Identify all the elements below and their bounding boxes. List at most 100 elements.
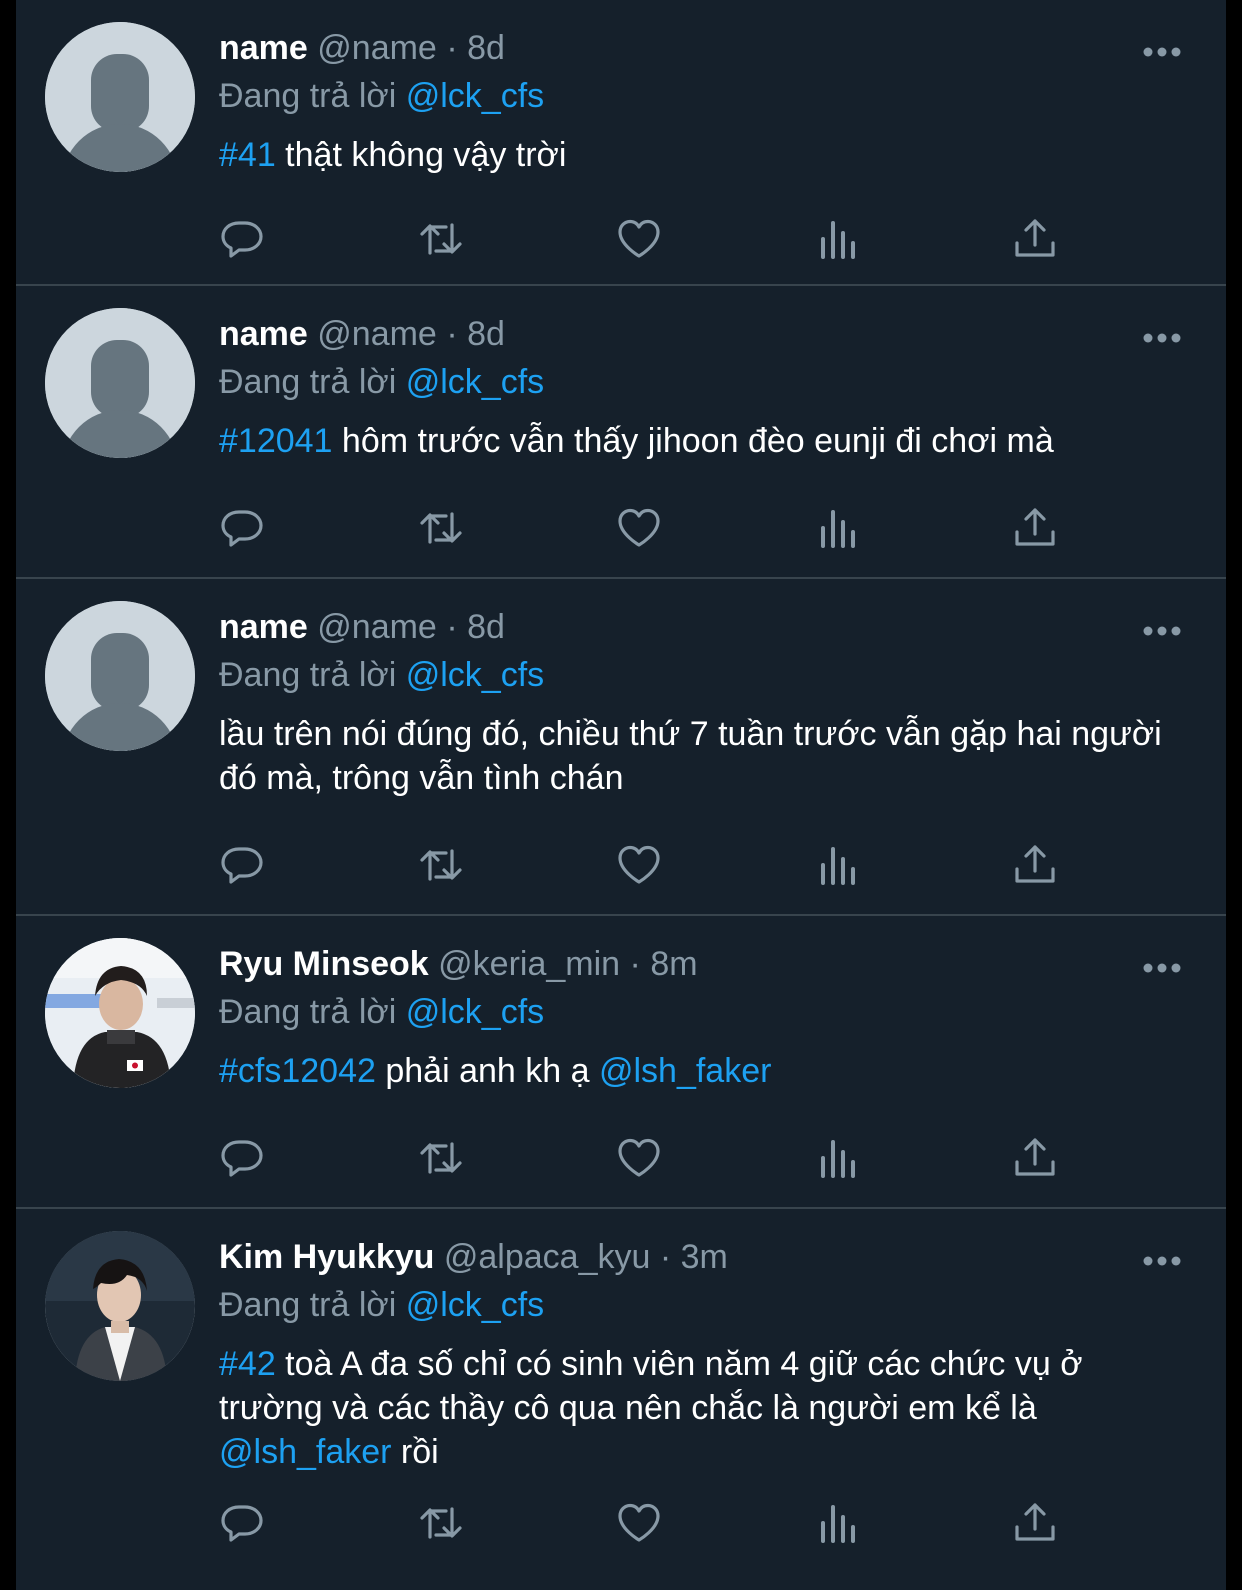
display-name[interactable]: Ryu Minseok <box>219 945 429 983</box>
timestamp[interactable]: 8m <box>650 945 697 983</box>
replying-to: Đang trả lời @lck_cfs <box>219 74 544 118</box>
views-icon <box>821 847 855 885</box>
timestamp[interactable]: 8d <box>467 315 505 353</box>
replying-label: Đang trả lời <box>219 77 397 115</box>
tweet[interactable]: name @name · 8d Đang trả lời @lck_cfs lầ… <box>16 579 1226 916</box>
views-button[interactable] <box>813 215 861 263</box>
more-icon[interactable] <box>1142 1255 1182 1267</box>
hashtag[interactable]: #42 <box>219 1345 276 1383</box>
retweet-button[interactable] <box>417 1134 465 1182</box>
display-name[interactable]: name <box>219 608 308 646</box>
like-icon <box>618 1503 660 1542</box>
tweet-text: #cfs12042 phải anh kh ạ @lsh_faker <box>219 1049 1194 1093</box>
timeline: name @name · 8d Đang trả lời @lck_cfs #4… <box>16 0 1226 1590</box>
tweet[interactable]: name @name · 8d Đang trả lời @lck_cfs #1… <box>16 286 1226 579</box>
tweet[interactable]: Kim Hyukkyu @alpaca_kyu · 3m Đang trả lờ… <box>16 1209 1226 1590</box>
hashtag[interactable]: #41 <box>219 136 276 174</box>
timestamp[interactable]: 3m <box>681 1238 728 1276</box>
like-button[interactable] <box>615 215 663 263</box>
retweet-button[interactable] <box>417 1499 465 1547</box>
tweet[interactable]: Ryu Minseok @keria_min · 8m Đang trả lời… <box>16 916 1226 1209</box>
tweet-body: phải anh kh ạ <box>375 1052 599 1090</box>
reply-icon <box>221 847 263 884</box>
retweet-button[interactable] <box>417 215 465 263</box>
views-button[interactable] <box>813 1134 861 1182</box>
replying-to: Đang trả lời @lck_cfs <box>219 653 544 697</box>
replying-label: Đang trả lời <box>219 1286 397 1324</box>
reply-button[interactable] <box>219 841 267 889</box>
tweet-body: hôm trước vẫn thấy jihoon đèo eunji đi c… <box>332 422 1054 460</box>
like-button[interactable] <box>615 1499 663 1547</box>
display-name[interactable]: Kim Hyukkyu <box>219 1238 434 1276</box>
replying-label: Đang trả lời <box>219 363 397 401</box>
avatar[interactable] <box>45 308 195 458</box>
separator: · <box>629 945 641 983</box>
retweet-button[interactable] <box>417 504 465 552</box>
replying-to: Đang trả lời @lck_cfs <box>219 360 544 404</box>
retweet-icon <box>420 1507 462 1539</box>
like-icon <box>618 1138 660 1177</box>
views-button[interactable] <box>813 504 861 552</box>
tweet-body-end: rồi <box>391 1433 439 1471</box>
user-handle[interactable]: @name <box>317 29 437 67</box>
user-handle[interactable]: @name <box>317 608 437 646</box>
hashtag[interactable]: #12041 <box>219 422 332 460</box>
timestamp[interactable]: 8d <box>467 608 505 646</box>
share-button[interactable] <box>1011 1499 1059 1547</box>
avatar[interactable] <box>45 601 195 751</box>
share-button[interactable] <box>1011 1134 1059 1182</box>
views-button[interactable] <box>813 841 861 889</box>
avatar[interactable] <box>45 1231 195 1381</box>
like-button[interactable] <box>615 504 663 552</box>
replying-label: Đang trả lời <box>219 656 397 694</box>
reply-mention[interactable]: @lck_cfs <box>406 77 544 115</box>
more-icon[interactable] <box>1142 962 1182 974</box>
retweet-button[interactable] <box>417 841 465 889</box>
user-handle[interactable]: @alpaca_kyu <box>444 1238 651 1276</box>
reply-button[interactable] <box>219 504 267 552</box>
views-icon <box>821 221 855 259</box>
more-icon[interactable] <box>1142 625 1182 637</box>
more-icon[interactable] <box>1142 332 1182 344</box>
reply-mention[interactable]: @lck_cfs <box>406 993 544 1031</box>
reply-icon <box>221 1505 263 1542</box>
user-handle[interactable]: @keria_min <box>438 945 620 983</box>
share-icon <box>1015 845 1055 883</box>
hashtag[interactable]: #cfs12042 <box>219 1052 376 1090</box>
action-bar <box>219 1499 1079 1549</box>
tweet-body: thật không vậy trời <box>275 136 567 174</box>
reply-mention[interactable]: @lck_cfs <box>406 363 544 401</box>
more-icon[interactable] <box>1142 46 1182 58</box>
mention-link[interactable]: @lsh_faker <box>219 1433 391 1471</box>
replying-label: Đang trả lời <box>219 993 397 1031</box>
tweet-header: name @name · 8d <box>219 26 505 70</box>
views-icon <box>821 1505 855 1543</box>
reply-button[interactable] <box>219 1134 267 1182</box>
reply-icon <box>221 221 263 258</box>
like-button[interactable] <box>615 1134 663 1182</box>
share-icon <box>1015 219 1055 257</box>
views-button[interactable] <box>813 1499 861 1547</box>
tweet-text: lầu trên nói đúng đó, chiều thứ 7 tuần t… <box>219 712 1194 800</box>
share-button[interactable] <box>1011 215 1059 263</box>
timestamp[interactable]: 8d <box>467 29 505 67</box>
reply-mention[interactable]: @lck_cfs <box>406 656 544 694</box>
like-icon <box>618 508 660 547</box>
display-name[interactable]: name <box>219 315 308 353</box>
mention-link[interactable]: @lsh_faker <box>599 1052 771 1090</box>
avatar[interactable] <box>45 938 195 1088</box>
like-button[interactable] <box>615 841 663 889</box>
retweet-icon <box>420 849 462 881</box>
retweet-icon <box>420 1142 462 1174</box>
reply-button[interactable] <box>219 1499 267 1547</box>
avatar[interactable] <box>45 22 195 172</box>
user-handle[interactable]: @name <box>317 315 437 353</box>
share-button[interactable] <box>1011 504 1059 552</box>
display-name[interactable]: name <box>219 29 308 67</box>
share-icon <box>1015 508 1055 546</box>
share-button[interactable] <box>1011 841 1059 889</box>
reply-button[interactable] <box>219 215 267 263</box>
tweet[interactable]: name @name · 8d Đang trả lời @lck_cfs #4… <box>16 0 1226 286</box>
tweet-body: lầu trên nói đúng đó, chiều thứ 7 tuần t… <box>219 715 1162 797</box>
reply-mention[interactable]: @lck_cfs <box>406 1286 544 1324</box>
